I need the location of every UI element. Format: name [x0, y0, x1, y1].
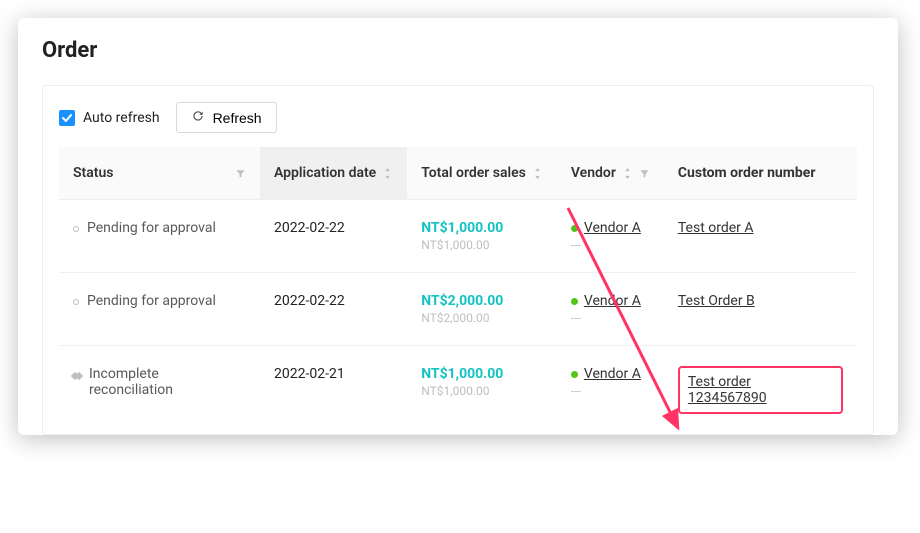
status-text: Incomplete reconciliation [89, 366, 246, 398]
sort-icon[interactable] [622, 168, 633, 179]
status-cell: Pending for approval [59, 273, 260, 346]
sort-icon[interactable] [382, 168, 393, 179]
auto-refresh-checkbox[interactable]: Auto refresh [59, 110, 160, 126]
toolbar: Auto refresh Refresh [59, 102, 857, 133]
amount-secondary: NT$2,000.00 [421, 311, 543, 325]
table-row[interactable]: Incomplete reconciliation2022-02-21NT$1,… [59, 346, 857, 435]
status-dot-icon [73, 372, 81, 380]
vendor-sub: --- [571, 238, 650, 252]
vendor-link[interactable]: Vendor A [584, 293, 641, 309]
status-dot-icon [73, 226, 79, 232]
vendor-status-dot-icon [571, 298, 578, 305]
vendor-cell: Vendor A --- [557, 346, 664, 435]
vendor-cell: Vendor A --- [557, 200, 664, 273]
filter-icon[interactable] [639, 168, 650, 179]
refresh-button[interactable]: Refresh [176, 102, 277, 133]
vendor-link[interactable]: Vendor A [584, 366, 641, 382]
vendor-status-dot-icon [571, 225, 578, 232]
custom-order-link[interactable]: Test order 1234567890 [688, 374, 767, 406]
table-row[interactable]: Pending for approval2022-02-22NT$2,000.0… [59, 273, 857, 346]
filter-icon[interactable] [235, 168, 246, 179]
col-custom-order-number[interactable]: Custom order number [664, 147, 857, 200]
refresh-icon [191, 109, 205, 126]
auto-refresh-label: Auto refresh [83, 110, 160, 126]
table-panel: Auto refresh Refresh Status [42, 85, 874, 435]
vendor-link[interactable]: Vendor A [584, 220, 641, 236]
col-status[interactable]: Status [59, 147, 260, 200]
date-cell: 2022-02-22 [260, 273, 407, 346]
amount-primary: NT$1,000.00 [421, 366, 543, 382]
amount-secondary: NT$1,000.00 [421, 238, 543, 252]
vendor-sub: --- [571, 384, 650, 398]
vendor-sub: --- [571, 311, 650, 325]
custom-order-cell: Test Order B [664, 273, 857, 346]
vendor-cell: Vendor A --- [557, 273, 664, 346]
refresh-label: Refresh [213, 110, 262, 126]
amount-cell: NT$1,000.00 NT$1,000.00 [407, 200, 557, 273]
vendor-status-dot-icon [571, 371, 578, 378]
page-title: Order [42, 38, 874, 63]
annotation-highlight-box: Test order 1234567890 [678, 366, 843, 414]
status-text: Pending for approval [87, 220, 216, 236]
col-vendor-label: Vendor [571, 165, 616, 181]
custom-order-link[interactable]: Test Order B [678, 293, 755, 309]
date-cell: 2022-02-22 [260, 200, 407, 273]
amount-secondary: NT$1,000.00 [421, 384, 543, 398]
orders-table: Status Application date [59, 147, 857, 434]
col-vendor[interactable]: Vendor [557, 147, 664, 200]
status-cell: Incomplete reconciliation [59, 346, 260, 435]
col-total-sales-label: Total order sales [421, 165, 526, 181]
custom-order-cell: Test order 1234567890 [664, 346, 857, 435]
amount-cell: NT$2,000.00 NT$2,000.00 [407, 273, 557, 346]
status-text: Pending for approval [87, 293, 216, 309]
amount-primary: NT$2,000.00 [421, 293, 543, 309]
col-custom-order-number-label: Custom order number [678, 165, 816, 181]
sort-icon[interactable] [532, 168, 543, 179]
date-cell: 2022-02-21 [260, 346, 407, 435]
amount-cell: NT$1,000.00 NT$1,000.00 [407, 346, 557, 435]
custom-order-cell: Test order A [664, 200, 857, 273]
amount-primary: NT$1,000.00 [421, 220, 543, 236]
table-row[interactable]: Pending for approval2022-02-22NT$1,000.0… [59, 200, 857, 273]
col-application-date-label: Application date [274, 165, 376, 181]
col-total-sales[interactable]: Total order sales [407, 147, 557, 200]
col-status-label: Status [73, 165, 113, 181]
status-dot-icon [73, 299, 79, 305]
status-cell: Pending for approval [59, 200, 260, 273]
check-icon [59, 110, 75, 126]
custom-order-link[interactable]: Test order A [678, 220, 754, 236]
order-card: Order Auto refresh Refresh [18, 18, 898, 435]
col-application-date[interactable]: Application date [260, 147, 407, 200]
